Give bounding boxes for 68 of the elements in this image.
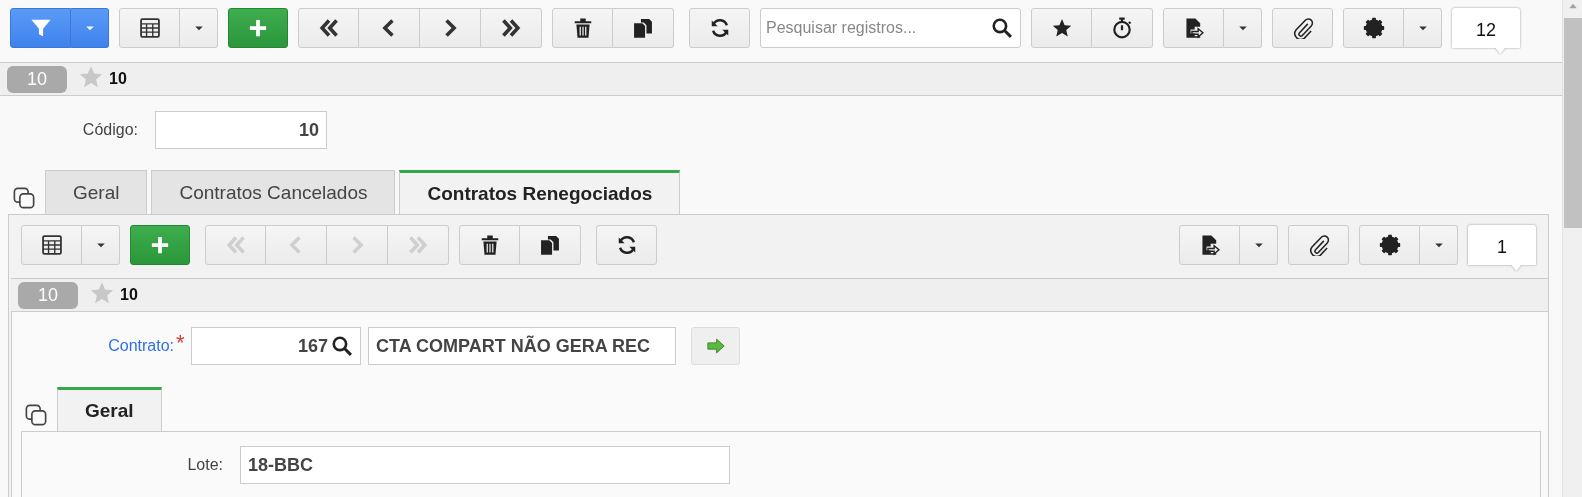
delete-button[interactable] [459, 225, 520, 265]
windows-icon [13, 187, 35, 209]
tab[interactable]: Geral [45, 170, 148, 214]
filter-icon [29, 17, 52, 39]
filter-button[interactable] [10, 8, 71, 48]
record-count: 1 [1468, 225, 1536, 271]
paperclip-icon [1291, 17, 1314, 39]
input-field[interactable]: 18-BBC [240, 446, 730, 484]
double-chevron-right-icon [500, 17, 522, 39]
go-button[interactable] [691, 327, 740, 365]
field-label: Código: [81, 121, 139, 139]
gear-icon [1378, 234, 1401, 256]
delete-button[interactable] [552, 8, 613, 48]
arrow-right-icon [705, 336, 726, 356]
gear-icon [1362, 17, 1385, 39]
description-field: CTA COMPART NÃO GERA REC [368, 327, 676, 365]
tab[interactable]: Contratos Renegociados [399, 170, 681, 214]
copy-button[interactable] [613, 8, 674, 48]
record-title: 10 [120, 286, 138, 304]
last-button[interactable] [481, 8, 542, 48]
attach-button[interactable] [1272, 8, 1333, 48]
plus-icon [248, 18, 268, 38]
table-view-button[interactable] [119, 8, 180, 48]
copy-icon [539, 234, 561, 256]
copy-button[interactable] [520, 225, 581, 265]
search-icon [991, 17, 1013, 39]
field-label[interactable]: Contrato: [12, 337, 176, 355]
copy-icon [632, 17, 654, 39]
record-count: 12 [1452, 8, 1520, 54]
windows-icon [25, 404, 47, 426]
export-button[interactable] [1163, 8, 1224, 48]
settings-button[interactable] [1343, 8, 1404, 48]
refresh-button[interactable] [596, 225, 657, 265]
plus-icon [150, 235, 170, 255]
search-icon [331, 335, 353, 357]
field-label: Lote: [186, 456, 224, 474]
first-button[interactable] [298, 8, 359, 48]
next-button[interactable] [420, 8, 481, 48]
favorite-star-icon [79, 65, 103, 89]
double-chevron-right-icon [407, 234, 429, 256]
record-badge: 10 [7, 65, 67, 93]
input-field[interactable]: 167 [191, 327, 361, 365]
export-button[interactable] [1179, 225, 1240, 265]
record-badge: 10 [18, 281, 78, 309]
favorite-button[interactable] [1031, 8, 1092, 48]
add-button[interactable] [130, 225, 190, 265]
scrollbar[interactable] [1562, 0, 1582, 497]
stopwatch-icon [1111, 17, 1133, 39]
required-mark: * [176, 330, 186, 356]
record-title: 10 [109, 70, 127, 88]
table-view-button[interactable] [21, 225, 82, 265]
tab[interactable]: Contratos Cancelados [151, 170, 396, 214]
previous-button[interactable] [359, 8, 420, 48]
tab[interactable]: Geral [57, 387, 162, 431]
table-icon [138, 17, 161, 39]
double-chevron-left-icon [224, 234, 247, 256]
star-icon [1051, 18, 1072, 38]
input-field[interactable]: 10 [155, 111, 327, 149]
settings-button[interactable] [1359, 225, 1420, 265]
favorite-star-icon [90, 281, 114, 305]
refresh-button[interactable] [689, 8, 750, 48]
timer-button[interactable] [1092, 8, 1153, 48]
double-chevron-left-icon [317, 17, 340, 39]
table-icon [40, 234, 63, 256]
paperclip-icon [1307, 234, 1330, 256]
search-field[interactable]: Pesquisar registros... [760, 8, 1021, 48]
add-button[interactable] [228, 8, 288, 48]
attach-button[interactable] [1288, 225, 1349, 265]
